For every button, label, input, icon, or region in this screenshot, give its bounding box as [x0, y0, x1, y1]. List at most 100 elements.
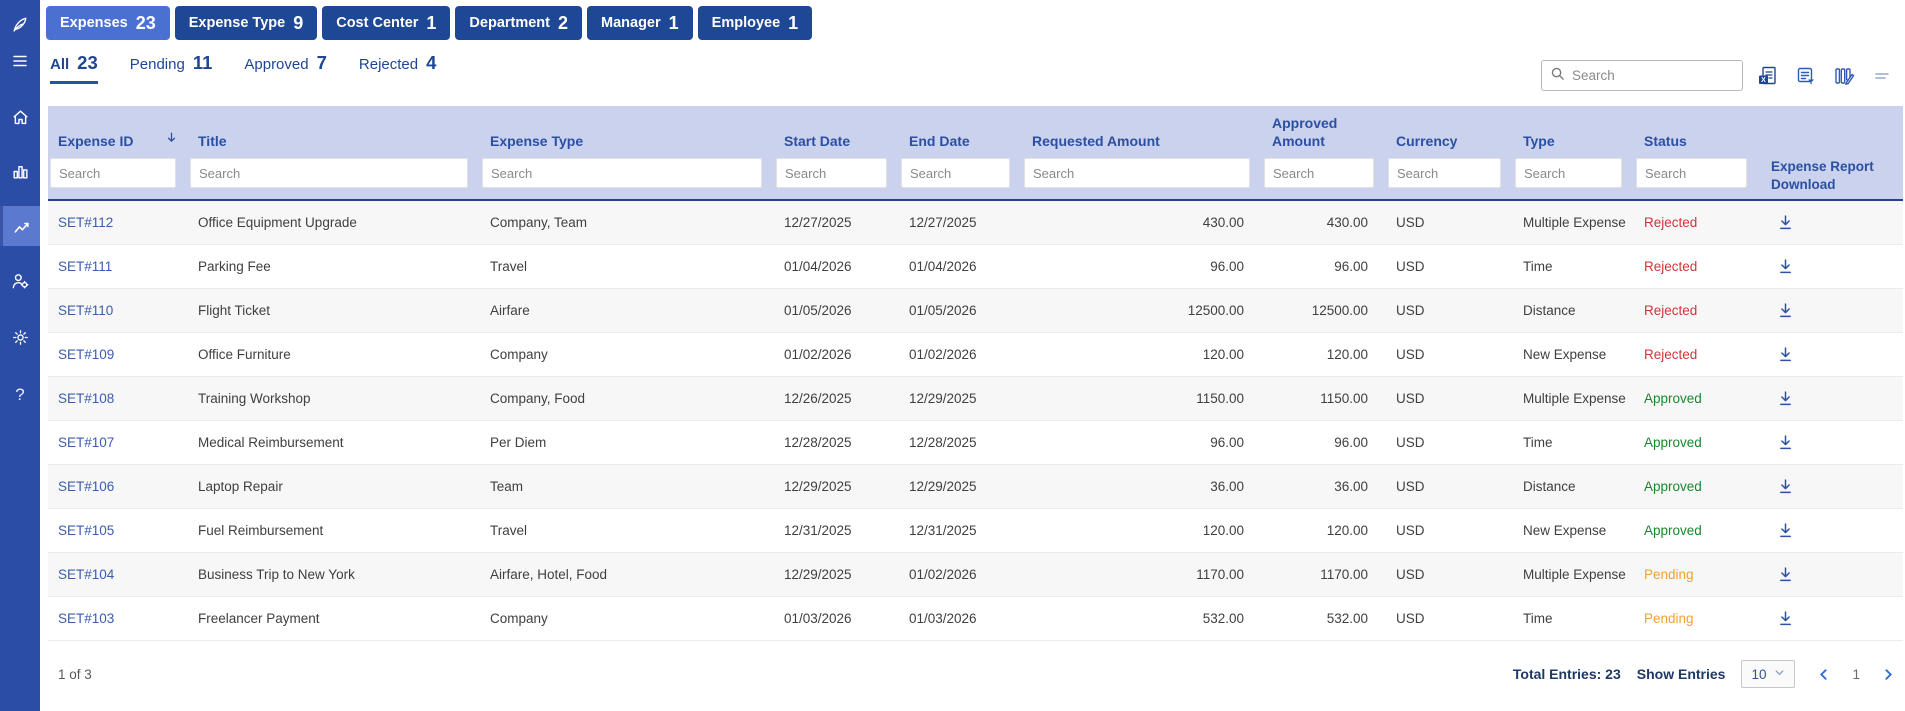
column-search-input-end_date[interactable] [901, 158, 1010, 188]
prev-page-button[interactable] [1817, 668, 1830, 681]
next-page-button[interactable] [1882, 668, 1895, 681]
cell-requested_amount: 96.00 [1022, 421, 1262, 464]
tab-manager[interactable]: Manager1 [587, 6, 693, 40]
download-report-button[interactable] [1773, 431, 1797, 455]
cell-id[interactable]: SET#111 [48, 245, 188, 288]
export-excel-icon[interactable]: X [1755, 63, 1781, 89]
cell-id[interactable]: SET#109 [48, 333, 188, 376]
cell-requested_amount: 120.00 [1022, 509, 1262, 552]
help-icon[interactable]: ? [0, 378, 40, 412]
cell-expense_type: Travel [480, 245, 774, 288]
column-search-input-approved_amount[interactable] [1264, 158, 1374, 188]
download-report-button[interactable] [1773, 343, 1797, 367]
svg-text:X: X [1761, 77, 1766, 84]
download-report-button[interactable] [1773, 299, 1797, 323]
tab-cost-center[interactable]: Cost Center1 [322, 6, 450, 40]
download-report-button[interactable] [1773, 255, 1797, 279]
tab-expense-type[interactable]: Expense Type9 [175, 6, 317, 40]
column-header-title[interactable]: Title [188, 106, 480, 158]
column-header-approved_amount[interactable]: Approved Amount [1262, 106, 1386, 158]
tab-expenses[interactable]: Expenses23 [46, 6, 170, 40]
column-header-download[interactable] [1759, 106, 1903, 158]
download-report-button[interactable] [1773, 387, 1797, 411]
cell-id[interactable]: SET#106 [48, 465, 188, 508]
tab-count: 2 [558, 13, 568, 34]
column-search-input-expense_type[interactable] [482, 158, 762, 188]
user-gear-icon[interactable] [0, 264, 40, 298]
column-header-id[interactable]: Expense ID [48, 106, 188, 158]
cell-id[interactable]: SET#107 [48, 421, 188, 464]
column-header-end_date[interactable]: End Date [899, 106, 1022, 158]
subtab-count: 7 [317, 52, 327, 74]
cell-id[interactable]: SET#112 [48, 201, 188, 244]
cell-end_date: 01/02/2026 [899, 333, 1022, 376]
cell-id[interactable]: SET#108 [48, 377, 188, 420]
tab-employee[interactable]: Employee1 [698, 6, 813, 40]
column-search-input-start_date[interactable] [776, 158, 887, 188]
edit-columns-icon[interactable] [1831, 63, 1857, 89]
download-report-button[interactable] [1773, 211, 1797, 235]
table-row: SET#104Business Trip to New YorkAirfare,… [48, 553, 1903, 597]
cell-download [1759, 245, 1903, 288]
column-header-status[interactable]: Status [1634, 106, 1759, 158]
column-search-input-status[interactable] [1636, 158, 1747, 188]
column-search-input-currency[interactable] [1388, 158, 1501, 188]
download-report-button[interactable] [1773, 563, 1797, 587]
column-header-requested_amount[interactable]: Requested Amount [1022, 106, 1262, 158]
table-row: SET#106Laptop RepairTeam12/29/202512/29/… [48, 465, 1903, 509]
subtab-approved[interactable]: Approved7 [244, 52, 327, 81]
cell-download [1759, 377, 1903, 420]
download-report-button[interactable] [1773, 475, 1797, 499]
search-icon [1550, 66, 1565, 86]
home-icon[interactable] [0, 100, 40, 134]
cell-id[interactable]: SET#104 [48, 553, 188, 596]
gear-icon[interactable] [0, 320, 40, 354]
column-search-cell [1022, 158, 1262, 199]
chevron-down-icon [1774, 665, 1785, 683]
cell-id[interactable]: SET#110 [48, 289, 188, 332]
cell-requested_amount: 1150.00 [1022, 377, 1262, 420]
column-header-start_date[interactable]: Start Date [774, 106, 899, 158]
column-header-type[interactable]: Type [1513, 106, 1634, 158]
column-search-cell [188, 158, 480, 199]
cell-title: Training Workshop [188, 377, 480, 420]
column-header-expense_type[interactable]: Expense Type [480, 106, 774, 158]
more-options-icon[interactable] [1869, 63, 1895, 89]
table-row: SET#107Medical ReimbursementPer Diem12/2… [48, 421, 1903, 465]
column-header-currency[interactable]: Currency [1386, 106, 1513, 158]
cell-id[interactable]: SET#103 [48, 597, 188, 640]
tab-label: Manager [601, 15, 661, 31]
column-search-input-title[interactable] [190, 158, 468, 188]
column-search-cell [899, 158, 1022, 199]
column-search-input-id[interactable] [50, 158, 176, 188]
cell-currency: USD [1386, 509, 1513, 552]
cell-approved_amount: 120.00 [1262, 509, 1386, 552]
subtab-pending[interactable]: Pending11 [130, 52, 213, 81]
filter-list-icon[interactable] [1793, 63, 1819, 89]
cell-title: Flight Ticket [188, 289, 480, 332]
expenses-grid: Expense IDTitleExpense TypeStart DateEnd… [48, 106, 1903, 641]
tab-label: Department [469, 15, 550, 31]
current-page-number[interactable]: 1 [1852, 667, 1860, 682]
column-search-input-requested_amount[interactable] [1024, 158, 1250, 188]
subtab-all[interactable]: All23 [50, 52, 98, 84]
cell-status: Approved [1634, 421, 1759, 464]
cell-requested_amount: 36.00 [1022, 465, 1262, 508]
page-size-select[interactable]: 10 [1741, 660, 1795, 688]
global-search-box[interactable] [1541, 60, 1743, 91]
column-search-cell [1262, 158, 1386, 199]
hamburger-menu-icon[interactable] [0, 44, 40, 78]
column-search-input-type[interactable] [1515, 158, 1622, 188]
table-row: SET#108Training WorkshopCompany, Food12/… [48, 377, 1903, 421]
cell-id[interactable]: SET#105 [48, 509, 188, 552]
download-report-button[interactable] [1773, 519, 1797, 543]
global-search-input[interactable] [1572, 68, 1749, 83]
cell-end_date: 12/29/2025 [899, 377, 1022, 420]
cell-title: Fuel Reimbursement [188, 509, 480, 552]
subtab-rejected[interactable]: Rejected4 [359, 52, 437, 81]
download-report-button[interactable] [1773, 607, 1797, 631]
bar-chart-icon[interactable] [0, 154, 40, 188]
total-entries-label: Total Entries: 23 [1513, 666, 1621, 682]
tab-department[interactable]: Department 2 [455, 6, 582, 40]
line-chart-icon[interactable] [0, 206, 40, 246]
